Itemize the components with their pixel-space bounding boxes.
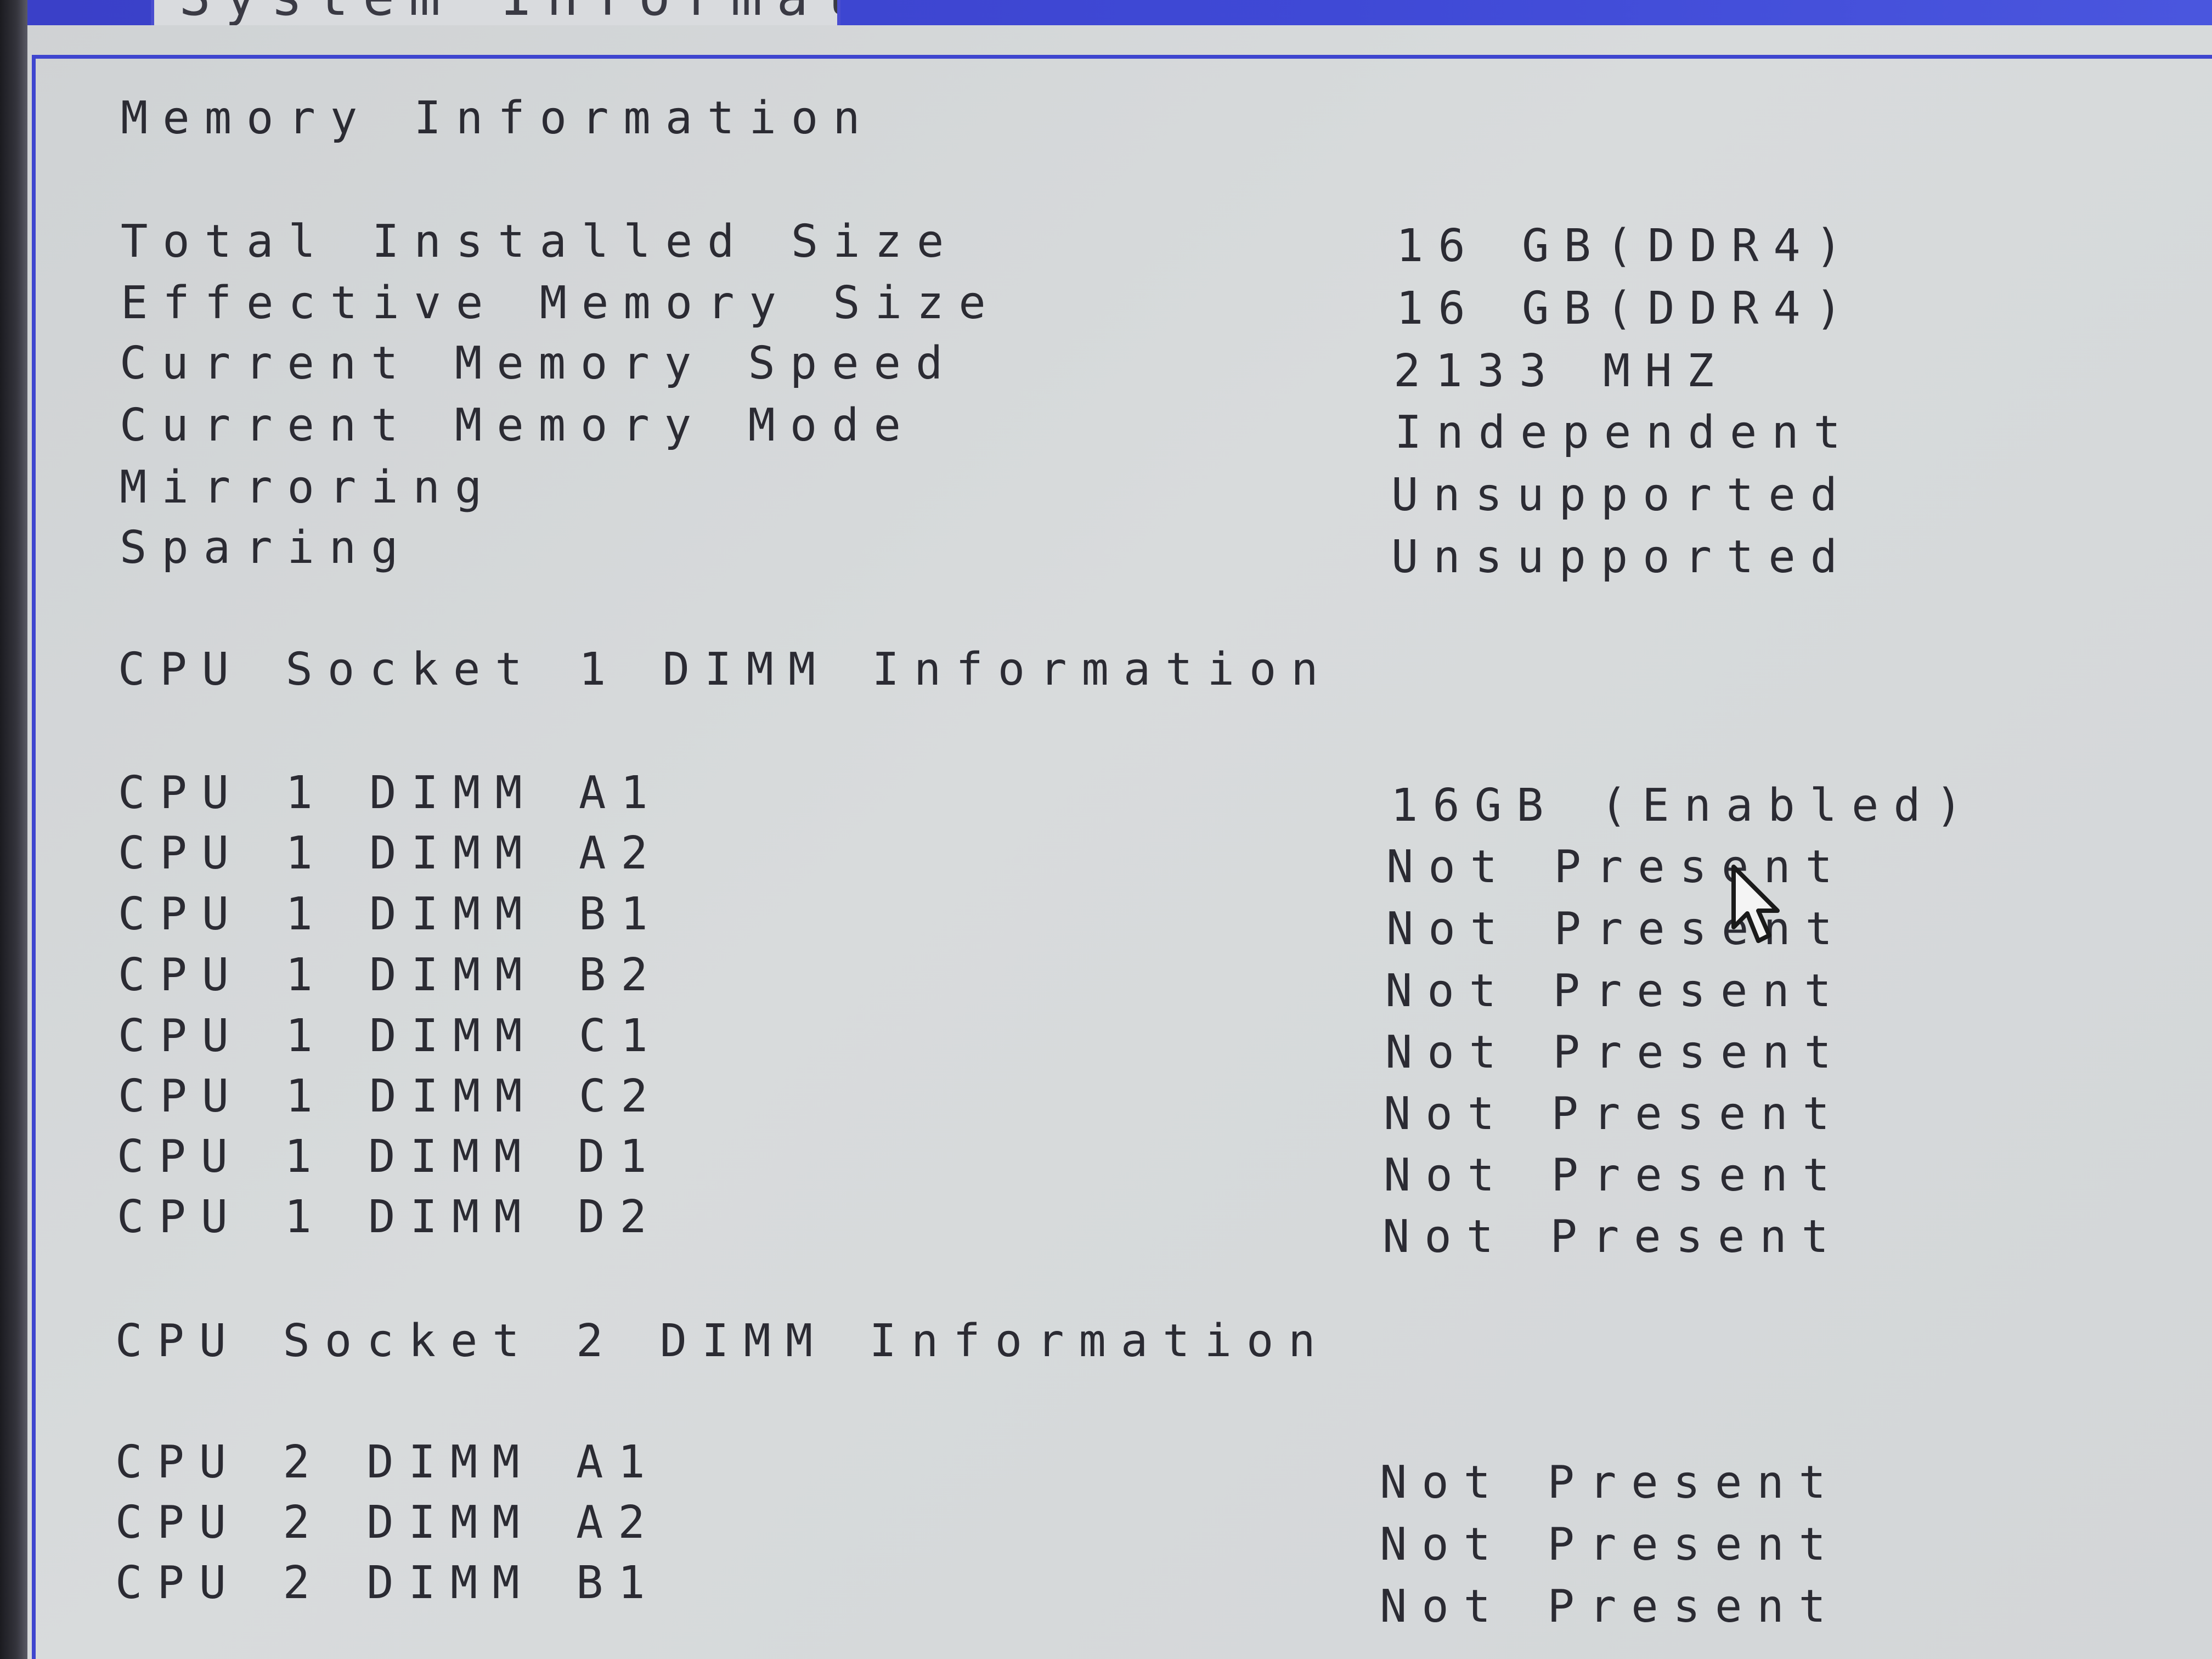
tab-label: System Information (179, 0, 837, 25)
memory-row-label: Sparing (120, 522, 413, 574)
dimm-row-label: CPU 2 DIMM A2 (115, 1497, 660, 1549)
memory-row-value: Unsupported (1391, 469, 1853, 521)
dimm-row-value: Not Present (1380, 1457, 1841, 1509)
dimm-row-value: Not Present (1385, 1026, 1847, 1079)
socket2-heading: CPU Socket 2 DIMM Information (115, 1315, 1330, 1367)
memory-row-value: 16 GB(DDR4) (1396, 220, 1858, 272)
dimm-row-label: CPU 1 DIMM C1 (118, 1010, 663, 1062)
memory-row-label: Current Memory Mode (120, 399, 916, 452)
memory-info-heading: Memory Information (121, 92, 875, 144)
memory-row-label: Effective Memory Size (121, 277, 1001, 329)
dimm-row-value: Not Present (1380, 1519, 1841, 1571)
dimm-row-label: CPU 1 DIMM A2 (118, 827, 663, 879)
memory-row-label: Mirroring (120, 461, 497, 514)
bios-screen: System Information Memory Information To… (0, 0, 2212, 1659)
dimm-row-value: 16GB (Enabled) (1391, 780, 1978, 832)
dimm-row-label: CPU 1 DIMM D1 (117, 1131, 662, 1183)
dimm-row-label: CPU 1 DIMM D2 (117, 1191, 662, 1243)
dimm-row-label: CPU 2 DIMM A1 (115, 1436, 660, 1488)
dimm-row-value: Not Present (1380, 1581, 1841, 1633)
dimm-row-value: Not Present (1383, 1211, 1844, 1263)
dimm-row-value: Not Present (1385, 965, 1847, 1017)
socket1-heading: CPU Socket 1 DIMM Information (118, 644, 1333, 696)
dimm-row-label: CPU 1 DIMM B1 (118, 888, 663, 940)
memory-row-label: Current Memory Speed (120, 337, 958, 390)
mouse-pointer-icon (1731, 865, 1780, 943)
dimm-row-value: Not Present (1384, 1088, 1845, 1140)
monitor-bezel (0, 0, 27, 1659)
memory-row-value: Independent (1395, 407, 1856, 459)
memory-row-value: 2133 MHZ (1393, 345, 1729, 397)
header-bar: System Information (27, 0, 2212, 25)
dimm-row-label: CPU 1 DIMM C2 (118, 1070, 663, 1122)
dimm-row-label: CPU 1 DIMM A1 (118, 767, 663, 819)
memory-row-value: 16 GB(DDR4) (1396, 283, 1858, 335)
dimm-row-label: CPU 2 DIMM B1 (115, 1557, 660, 1609)
dimm-row-label: CPU 1 DIMM B2 (118, 949, 663, 1001)
memory-row-value: Unsupported (1391, 531, 1853, 583)
dimm-row-value: Not Present (1384, 1149, 1845, 1201)
tab-system-information[interactable]: System Information (151, 0, 840, 25)
memory-row-label: Total Installed Size (121, 216, 959, 268)
